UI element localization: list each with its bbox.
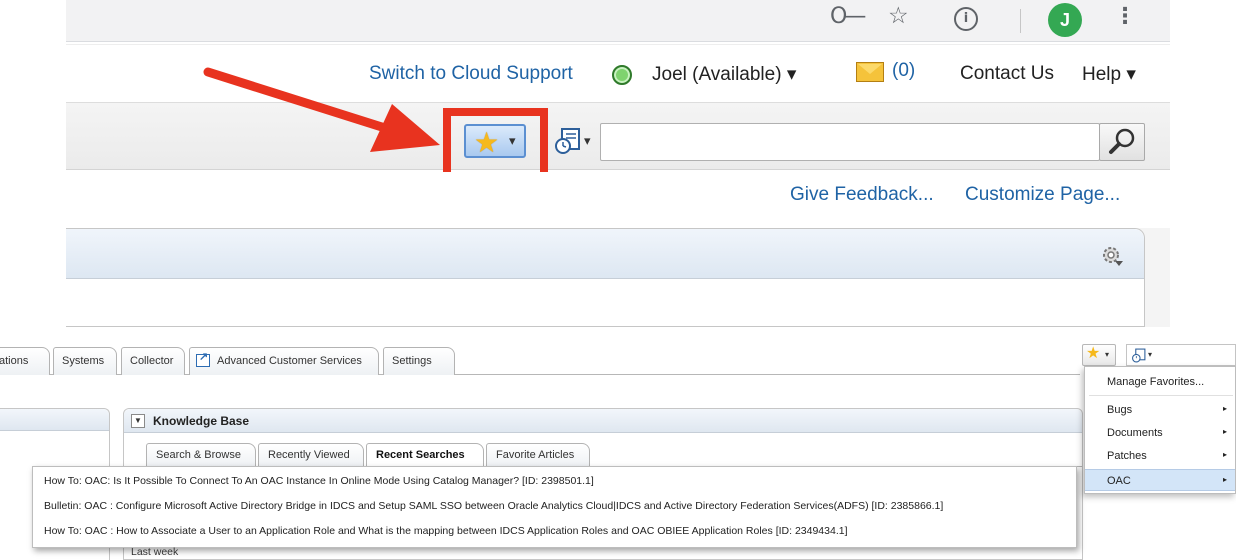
main-tabs: ations Systems Collector Advanced Custom… [0, 347, 1080, 375]
tab-label: Recently Viewed [268, 449, 350, 461]
region-header [66, 229, 1144, 279]
menu-item-patches[interactable]: Patches ▸ [1085, 445, 1235, 467]
chevron-down-icon: ▾ [1105, 350, 1110, 359]
page-actions: Give Feedback... Customize Page... [66, 172, 1170, 228]
tab-recent-searches[interactable]: Recent Searches [366, 443, 484, 468]
list-item[interactable]: How To: OAC : How to Associate a User to… [44, 525, 848, 537]
menu-item-label: Documents [1107, 427, 1163, 439]
submenu-arrow-icon: ▸ [1222, 427, 1227, 436]
favorites-button-small[interactable]: ★ ▾ [1082, 343, 1116, 366]
gear-icon[interactable] [1100, 244, 1124, 268]
tab-label: Settings [392, 355, 432, 367]
list-item[interactable]: How To: OAC: Is It Possible To Connect T… [44, 475, 594, 487]
history-dropdown-icon[interactable]: ▾ [584, 133, 591, 149]
tab-settings[interactable]: Settings [383, 347, 455, 375]
menu-item-label: OAC [1107, 475, 1131, 487]
external-link-icon [196, 350, 210, 367]
submenu-arrow-icon: ▸ [1222, 404, 1227, 413]
browser-menu-icon[interactable]: ⋮ [1114, 4, 1136, 29]
submenu-arrow-icon: ▸ [1222, 475, 1227, 484]
tab-label: Search & Browse [156, 449, 241, 461]
zoomed-header-region: O— ☆ i J ⋮ Switch to Cloud Support Joel … [0, 0, 1236, 327]
menu-item-bugs[interactable]: Bugs ▸ [1085, 399, 1235, 421]
extension-info-icon[interactable]: i [954, 7, 978, 31]
profile-avatar[interactable]: J [1048, 3, 1082, 37]
last-week-label: Last week [131, 546, 179, 558]
give-feedback-link[interactable]: Give Feedback... [790, 184, 934, 206]
list-item[interactable]: Bulletin: OAC : Configure Microsoft Acti… [44, 500, 943, 512]
menu-divider [1089, 395, 1233, 396]
tab-label: Systems [62, 355, 105, 367]
knowledge-base-title: Knowledge Base [153, 414, 250, 428]
collapse-toggle-icon[interactable]: ▼ [131, 414, 145, 428]
favorites-highlight-annotation [443, 108, 548, 182]
tab-ations[interactable]: ations [0, 347, 50, 375]
message-count-link[interactable]: (0) [892, 60, 915, 82]
availability-status-icon [612, 65, 632, 85]
support-app-region: ations Systems Collector Advanced Custom… [0, 327, 1236, 560]
search-button[interactable] [1099, 123, 1145, 161]
left-region-header [0, 409, 109, 431]
password-key-icon[interactable]: O— [830, 4, 866, 29]
tab-label: Recent Searches [376, 449, 465, 461]
recent-searches-list: How To: OAC: Is It Possible To Connect T… [32, 466, 1077, 548]
browser-toolbar: O— ☆ i J ⋮ [66, 0, 1170, 42]
contact-us-link[interactable]: Contact Us [960, 63, 1054, 85]
favorites-star-icon: ★ [1086, 343, 1101, 362]
knowledge-base-header: ▼ Knowledge Base [124, 409, 1082, 433]
tab-collector[interactable]: Collector [121, 347, 185, 375]
history-search-field[interactable]: ▾ [1126, 344, 1236, 366]
history-dropdown-icon[interactable]: ▾ [1148, 350, 1152, 359]
tab-label: Favorite Articles [496, 449, 575, 461]
tab-label: Advanced Customer Services [217, 355, 362, 367]
tab-systems[interactable]: Systems [53, 347, 117, 375]
help-menu[interactable]: Help ▾ [1082, 63, 1136, 86]
menu-item-documents[interactable]: Documents ▸ [1085, 422, 1235, 444]
toolbar-divider [1020, 9, 1021, 33]
menu-item-label: Patches [1107, 450, 1147, 462]
menu-item-label: Bugs [1107, 404, 1133, 416]
favorites-dropdown-menu: Manage Favorites... Bugs ▸ Documents ▸ P… [1084, 366, 1236, 494]
red-arrow-annotation [203, 67, 440, 152]
menu-item-label: Manage Favorites... [1107, 376, 1205, 388]
bookmark-star-icon[interactable]: ☆ [888, 3, 909, 29]
tab-search-browse[interactable]: Search & Browse [146, 443, 256, 467]
tab-favorite-articles[interactable]: Favorite Articles [486, 443, 590, 467]
history-icon[interactable] [555, 127, 581, 155]
search-input[interactable] [600, 123, 1100, 161]
tab-recently-viewed[interactable]: Recently Viewed [258, 443, 364, 467]
history-icon[interactable] [1132, 348, 1146, 363]
menu-item-oac[interactable]: OAC ▸ [1085, 469, 1235, 491]
customize-page-link[interactable]: Customize Page... [965, 184, 1120, 206]
tab-label: Collector [130, 355, 174, 367]
submenu-arrow-icon: ▸ [1222, 450, 1227, 459]
region-panel [66, 228, 1145, 327]
mail-envelope-icon[interactable] [856, 62, 884, 82]
search-icon [1109, 128, 1135, 154]
tab-label: ations [0, 355, 29, 367]
user-status-menu[interactable]: Joel (Available) ▾ [652, 63, 796, 86]
knowledge-base-tabs: Search & Browse Recently Viewed Recent S… [124, 443, 1082, 468]
tab-advanced-customer-services[interactable]: Advanced Customer Services [189, 347, 379, 375]
menu-item-manage-favorites[interactable]: Manage Favorites... [1085, 371, 1235, 393]
